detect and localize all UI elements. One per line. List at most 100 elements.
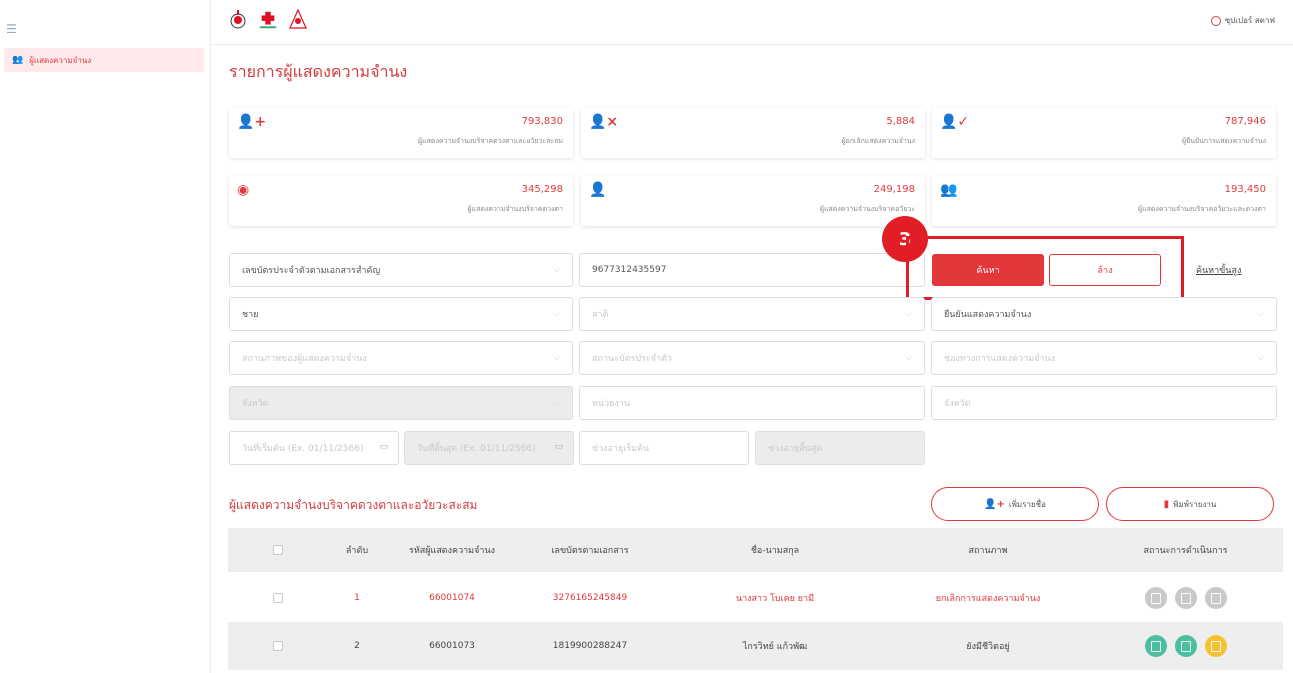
stat-card: ◉ 345,298 ผู้แสดงความจำนงบริจาคดวงตา <box>229 176 573 226</box>
chevron-down-icon: ⌵ <box>553 309 560 318</box>
user-icon <box>1210 15 1221 26</box>
nationality-placeholder: สาติ <box>592 310 609 320</box>
org-logo-2 <box>258 8 278 32</box>
channel-select[interactable]: ช่องทางการแสดงความจำนง ⌵ <box>931 341 1277 375</box>
eye-icon: ◉ <box>237 182 250 198</box>
column-header: เลขบัตรตามเอกสาร <box>551 546 629 556</box>
print-action-icon[interactable] <box>1204 587 1227 609</box>
doc-number-input[interactable]: 9677312435597 <box>579 253 925 287</box>
print-report-button[interactable]: ▮ พิมพ์รายงาน <box>1106 487 1274 521</box>
card-status-placeholder: สถานะบัตรประจำตัว <box>592 354 672 364</box>
province-select: จังหวัด ⌵ <box>229 386 573 420</box>
chevron-down-icon: ⌵ <box>553 398 560 407</box>
doc-number-value: 9677312435597 <box>592 265 667 275</box>
chevron-down-icon: ⌵ <box>905 353 912 362</box>
user-x-icon: 👤× <box>589 114 619 130</box>
logo-group <box>228 8 308 32</box>
donor-status-select[interactable]: สถานภาพของผู้แสดงความจำนง ⌵ <box>229 341 573 375</box>
agency-input[interactable]: หน่วยงาน <box>579 386 925 420</box>
advanced-search-link[interactable]: ค้นหาขั้นสูง <box>1196 263 1241 277</box>
user-icon: 👤 <box>589 182 607 198</box>
add-donor-button[interactable]: 👤+ เพิ่มรายชื่อ <box>931 487 1099 521</box>
age-end-input: ช่วงอายุสิ้นสุด <box>755 431 925 465</box>
gender-select[interactable]: ชาย ⌵ <box>229 297 573 331</box>
card-action-icon[interactable] <box>1174 635 1197 657</box>
row-actions <box>1088 622 1283 670</box>
user-plus-icon: 👤+ <box>984 498 1005 510</box>
table-row[interactable]: 2 66001073 1819900288247 ไกรวิทย์ แก้วพั… <box>228 622 1283 670</box>
user-check-icon: 👤✓ <box>940 114 970 130</box>
document-action-icon[interactable] <box>1144 587 1167 609</box>
card-status-select[interactable]: สถานะบัตรประจำตัว ⌵ <box>579 341 925 375</box>
full-name: นางสาว โบเคย ยามี <box>735 594 815 604</box>
row-actions <box>1088 574 1283 622</box>
select-all-cell[interactable] <box>228 528 328 572</box>
doc-type-select[interactable]: เลขบัตรประจำตัวตามเอกสารสำคัญ ⌵ <box>229 253 573 287</box>
chevron-down-icon: ⌵ <box>553 265 560 274</box>
stat-card: 👤× 5,884 ผู้ยกเลิกแสดงความจำนง <box>581 108 925 158</box>
stat-card: 👤+ 793,830 ผู้แสดงความจำนงบริจาคดวงตาและ… <box>229 108 573 158</box>
doc-number: 1819900288247 <box>552 641 628 651</box>
column-header: ชื่อ-นามสกุล <box>750 546 800 556</box>
chevron-down-icon: ⌵ <box>553 353 560 362</box>
channel-placeholder: ช่องทางการแสดงความจำนง <box>944 354 1056 364</box>
stat-value: 787,946 <box>1224 116 1266 127</box>
page-title: รายการผู้แสดงความจำนง <box>229 62 408 81</box>
row-select-cell[interactable] <box>228 574 328 622</box>
stat-value: 345,298 <box>521 184 563 195</box>
donor-status: ยังมีชีวิตอยู่ <box>966 642 1010 652</box>
column-header: รหัสผู้แสดงความจำนง <box>408 546 495 556</box>
date-end-input: วันที่สิ้นสุด (Ex. 01/11/2566) ▭ <box>404 431 574 465</box>
table-header: ลำดับ รหัสผู้แสดงความจำนง เลขบัตรตามเอกส… <box>228 528 1283 572</box>
stat-caption: ผู้แสดงความจำนงบริจาคอวัยวะและดวงตา <box>1137 205 1266 213</box>
doc-type-value: เลขบัตรประจำตัวตามเอกสารสำคัญ <box>242 266 381 276</box>
card-action-icon[interactable] <box>1174 587 1197 609</box>
stat-caption: ผู้ยืนยันการแสดงความจำนง <box>1182 137 1266 145</box>
stat-caption: ผู้แสดงความจำนงบริจาคดวงตา <box>467 205 563 213</box>
stat-caption: ผู้แสดงความจำนงบริจาคดวงตาและอวัยวะสะสม <box>418 137 563 145</box>
user-menu[interactable]: ซุปเปอร์ สตาฟ <box>1210 14 1275 27</box>
stat-caption: ผู้ยกเลิกแสดงความจำนง <box>841 137 915 145</box>
nationality-select[interactable]: สาติ ⌵ <box>579 297 925 331</box>
sidebar: ☰ 👥 ผู้แสดงความจำนง <box>0 0 211 673</box>
status-value: ยืนยันแสดงความจำนง <box>944 310 1032 320</box>
stat-value: 5,884 <box>886 116 915 127</box>
row-checkbox[interactable] <box>273 593 283 603</box>
add-donor-label: เพิ่มรายชื่อ <box>1008 499 1046 509</box>
calendar-icon[interactable]: ▭ <box>379 442 388 452</box>
table-row[interactable]: 1 66001074 3276165245849 นางสาว โบเคย ยา… <box>228 574 1283 622</box>
age-start-input[interactable]: ช่วงอายุเริ่มต้น <box>579 431 749 465</box>
agency-placeholder: หน่วยงาน <box>592 399 631 409</box>
donor-code: 66001073 <box>429 641 475 651</box>
date-start-placeholder: วันที่เริ่มต้น (Ex. 01/11/2566) <box>242 444 364 454</box>
chevron-down-icon: ⌵ <box>1257 309 1264 318</box>
row-checkbox[interactable] <box>273 641 283 651</box>
menu-icon[interactable]: ☰ <box>6 22 17 36</box>
print-report-label: พิมพ์รายงาน <box>1173 499 1217 509</box>
chevron-down-icon: ⌵ <box>1257 353 1264 362</box>
print-action-icon[interactable] <box>1204 635 1227 657</box>
status-select[interactable]: ยืนยันแสดงความจำนง ⌵ <box>931 297 1277 331</box>
stat-caption: ผู้แสดงความจำนงบริจาคอวัยวะ <box>819 205 915 213</box>
region-input[interactable]: จังหวัด <box>931 386 1277 420</box>
date-start-input[interactable]: วันที่เริ่มต้น (Ex. 01/11/2566) ▭ <box>229 431 399 465</box>
row-select-cell[interactable] <box>228 622 328 670</box>
document-action-icon[interactable] <box>1144 635 1167 657</box>
top-bar <box>210 0 1293 45</box>
row-number: 1 <box>354 593 360 603</box>
calendar-icon: ▭ <box>554 442 563 452</box>
org-logo-1 <box>228 8 248 32</box>
donor-status-placeholder: สถานภาพของผู้แสดงความจำนง <box>242 354 367 364</box>
highlight-box <box>906 236 1184 300</box>
column-header: สถานะการดำเนินการ <box>1143 546 1228 556</box>
chevron-down-icon: ⌵ <box>905 309 912 318</box>
sidebar-item-donors[interactable]: 👥 ผู้แสดงความจำนง <box>4 48 204 72</box>
stat-value: 793,830 <box>521 116 563 127</box>
donor-code: 66001074 <box>429 593 475 603</box>
user-plus-icon: 👤+ <box>237 114 267 130</box>
select-all-checkbox[interactable] <box>273 545 283 555</box>
users-icon: 👥 <box>12 55 24 65</box>
user-name: ซุปเปอร์ สตาฟ <box>1224 16 1275 25</box>
org-logo-3 <box>288 8 308 32</box>
sidebar-item-label: ผู้แสดงความจำนง <box>29 55 92 65</box>
